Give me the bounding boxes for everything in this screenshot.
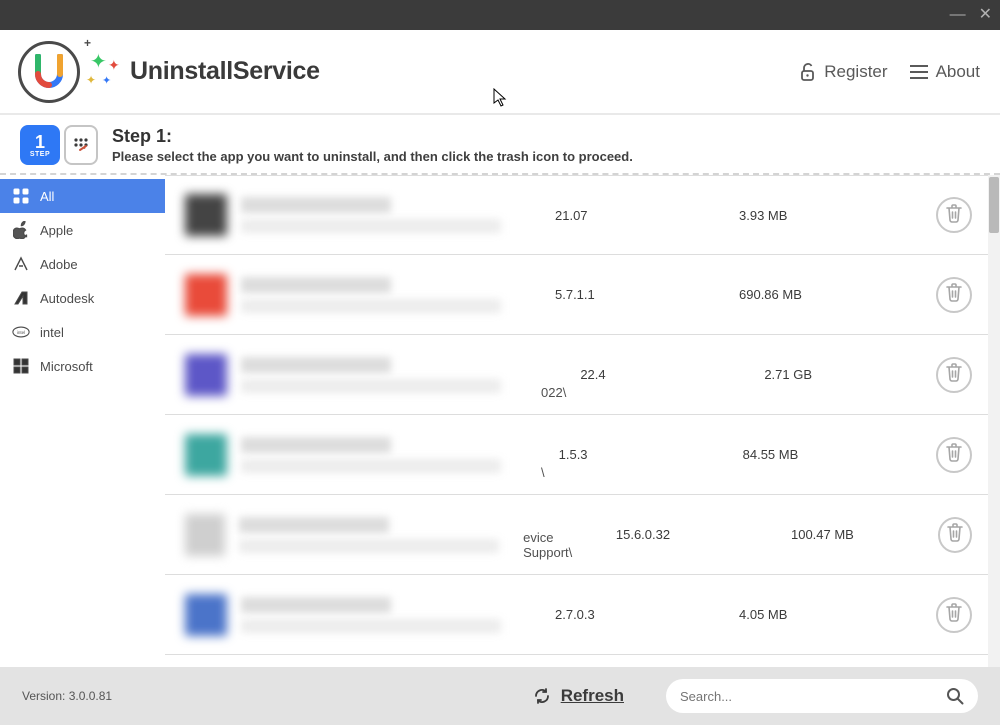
refresh-icon xyxy=(533,687,551,705)
step-title: Step 1: xyxy=(112,126,633,147)
sparkle-icon: ✦ ✦ ✦ ✦ xyxy=(90,52,120,92)
header: + ✦ ✦ ✦ ✦ UninstallService Register xyxy=(0,30,1000,115)
menu-icon xyxy=(910,65,928,79)
app-size: 84.55 MB xyxy=(743,447,883,462)
app-row[interactable]: 2.7.0.3 4.05 MB xyxy=(165,575,1000,655)
app-list[interactable]: 21.07 3.93 MB 5.7.1.1 690.86 MB 022\ 22.4 2.71… xyxy=(165,175,1000,667)
step-description: Please select the app you want to uninst… xyxy=(112,149,633,164)
app-size: 4.05 MB xyxy=(739,607,879,622)
trash-icon xyxy=(945,282,963,307)
uninstall-button[interactable] xyxy=(938,517,972,553)
sidebar-item-label: Microsoft xyxy=(40,359,93,374)
search-icon xyxy=(946,687,964,705)
microsoft-icon xyxy=(12,357,30,375)
minimize-button[interactable]: — xyxy=(950,7,965,23)
titlebar: — ✕ xyxy=(0,0,1000,30)
trash-icon xyxy=(946,522,964,547)
app-meta xyxy=(241,197,541,233)
sidebar-item-autodesk[interactable]: Autodesk xyxy=(0,281,165,315)
about-button[interactable]: About xyxy=(910,62,980,82)
app-thumbnail xyxy=(185,594,227,636)
search-input[interactable] xyxy=(680,689,936,704)
app-row[interactable]: 022\ 22.4 2.71 GB xyxy=(165,335,1000,415)
scrollbar-thumb[interactable] xyxy=(989,177,999,233)
app-size: 690.86 MB xyxy=(739,287,879,302)
logo-badge-icon: + xyxy=(18,41,80,103)
app-version: 5.7.1.1 xyxy=(555,287,725,302)
app-row[interactable]: \ 1.5.3 84.55 MB xyxy=(165,415,1000,495)
footer: Version: 3.0.0.81 Refresh xyxy=(0,667,1000,725)
app-version: 2.7.0.3 xyxy=(555,607,725,622)
lock-open-icon xyxy=(799,62,816,82)
refresh-button[interactable]: Refresh xyxy=(533,686,624,706)
grid-icon xyxy=(12,187,30,205)
about-label: About xyxy=(936,62,980,82)
app-path-tail: 022\ xyxy=(541,385,566,400)
sidebar-item-intel[interactable]: intel intel xyxy=(0,315,165,349)
app-thumbnail xyxy=(185,514,225,556)
app-size: 2.71 GB xyxy=(764,367,904,382)
app-version: 21.07 xyxy=(555,208,725,223)
sidebar-item-label: Apple xyxy=(40,223,73,238)
app-size: 3.93 MB xyxy=(739,208,879,223)
app-row[interactable]: evice Support\ 15.6.0.32 100.47 MB xyxy=(165,495,1000,575)
step-badge-icon: 1 STEP xyxy=(20,125,60,165)
app-thumbnail xyxy=(185,194,227,236)
uninstall-button[interactable] xyxy=(936,197,972,233)
uninstall-button[interactable] xyxy=(936,597,972,633)
uninstall-button[interactable] xyxy=(936,437,972,473)
app-title: UninstallService xyxy=(130,57,320,86)
app-meta xyxy=(241,277,541,313)
version-text: Version: 3.0.0.81 xyxy=(22,689,112,703)
svg-text:intel: intel xyxy=(17,330,25,335)
scrollbar[interactable] xyxy=(988,175,1000,667)
app-version: 15.6.0.32 xyxy=(616,527,777,542)
app-version: 1.5.3 xyxy=(559,447,729,462)
step-bar: 1 STEP Step 1: Please select the app you… xyxy=(0,115,1000,175)
app-logo: + ✦ ✦ ✦ ✦ UninstallService xyxy=(18,41,320,103)
adobe-icon xyxy=(12,255,30,273)
app-thumbnail xyxy=(185,354,227,396)
app-path-tail: evice Support\ xyxy=(523,530,602,560)
sidebar-item-label: Autodesk xyxy=(40,291,94,306)
register-label: Register xyxy=(824,62,887,82)
app-path-tail: \ xyxy=(541,465,545,480)
app-thumbnail xyxy=(185,434,227,476)
sidebar-item-label: intel xyxy=(40,325,64,340)
app-meta xyxy=(241,357,541,393)
sidebar-item-label: All xyxy=(40,189,54,204)
sidebar-item-adobe[interactable]: Adobe xyxy=(0,247,165,281)
app-thumbnail xyxy=(185,274,227,316)
sidebar-item-label: Adobe xyxy=(40,257,78,272)
trash-icon xyxy=(945,442,963,467)
app-row[interactable]: 21.07 3.93 MB xyxy=(165,175,1000,255)
app-version: 22.4 xyxy=(580,367,750,382)
refresh-label: Refresh xyxy=(561,686,624,706)
trash-icon xyxy=(945,602,963,627)
app-meta xyxy=(241,437,541,473)
app-row[interactable]: 5.7.1.1 690.86 MB xyxy=(165,255,1000,335)
search-box[interactable] xyxy=(666,679,978,713)
sidebar-item-microsoft[interactable]: Microsoft xyxy=(0,349,165,383)
sidebar: All Apple Adobe Autodesk xyxy=(0,175,165,667)
uninstall-button[interactable] xyxy=(936,357,972,393)
close-button[interactable]: ✕ xyxy=(979,7,992,23)
intel-icon: intel xyxy=(12,323,30,341)
uninstall-button[interactable] xyxy=(936,277,972,313)
trash-icon xyxy=(945,362,963,387)
main-body: All Apple Adobe Autodesk xyxy=(0,175,1000,667)
app-meta xyxy=(239,517,523,553)
sidebar-item-all[interactable]: All xyxy=(0,179,165,213)
apple-icon xyxy=(12,221,30,239)
app-size: 100.47 MB xyxy=(791,527,924,542)
autodesk-icon xyxy=(12,289,30,307)
sidebar-item-apple[interactable]: Apple xyxy=(0,213,165,247)
app-meta xyxy=(241,597,541,633)
step-alt-icon xyxy=(64,125,98,165)
trash-icon xyxy=(945,203,963,228)
register-button[interactable]: Register xyxy=(799,62,887,82)
